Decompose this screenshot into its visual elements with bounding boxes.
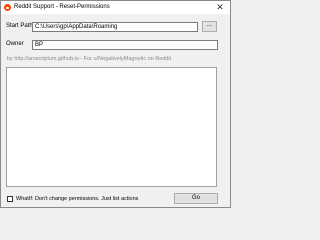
close-button[interactable]: ✕ <box>211 1 229 13</box>
go-button[interactable]: Go <box>174 193 218 204</box>
start-path-label: Start Path <box>6 23 33 29</box>
reddit-logo-icon <box>4 4 11 11</box>
credit-text: by http://arsscriptum.github.io - For u/… <box>7 56 172 62</box>
app-window: Reddit Support - Reset-Permissions ✕ Sta… <box>0 0 231 208</box>
owner-label: Owner <box>6 41 24 47</box>
start-path-input[interactable]: C:\Users\gp\AppData\Roaming <box>32 22 198 32</box>
owner-input[interactable]: BP <box>32 40 218 50</box>
title-bar[interactable]: Reddit Support - Reset-Permissions ✕ <box>1 1 230 14</box>
browse-button[interactable]: ... <box>202 21 217 32</box>
whatif-label[interactable]: WhatIf: Don't change permissions. Just l… <box>16 196 138 202</box>
window-title: Reddit Support - Reset-Permissions <box>14 4 110 10</box>
whatif-checkbox[interactable] <box>7 196 13 202</box>
output-log-area[interactable] <box>6 67 217 187</box>
